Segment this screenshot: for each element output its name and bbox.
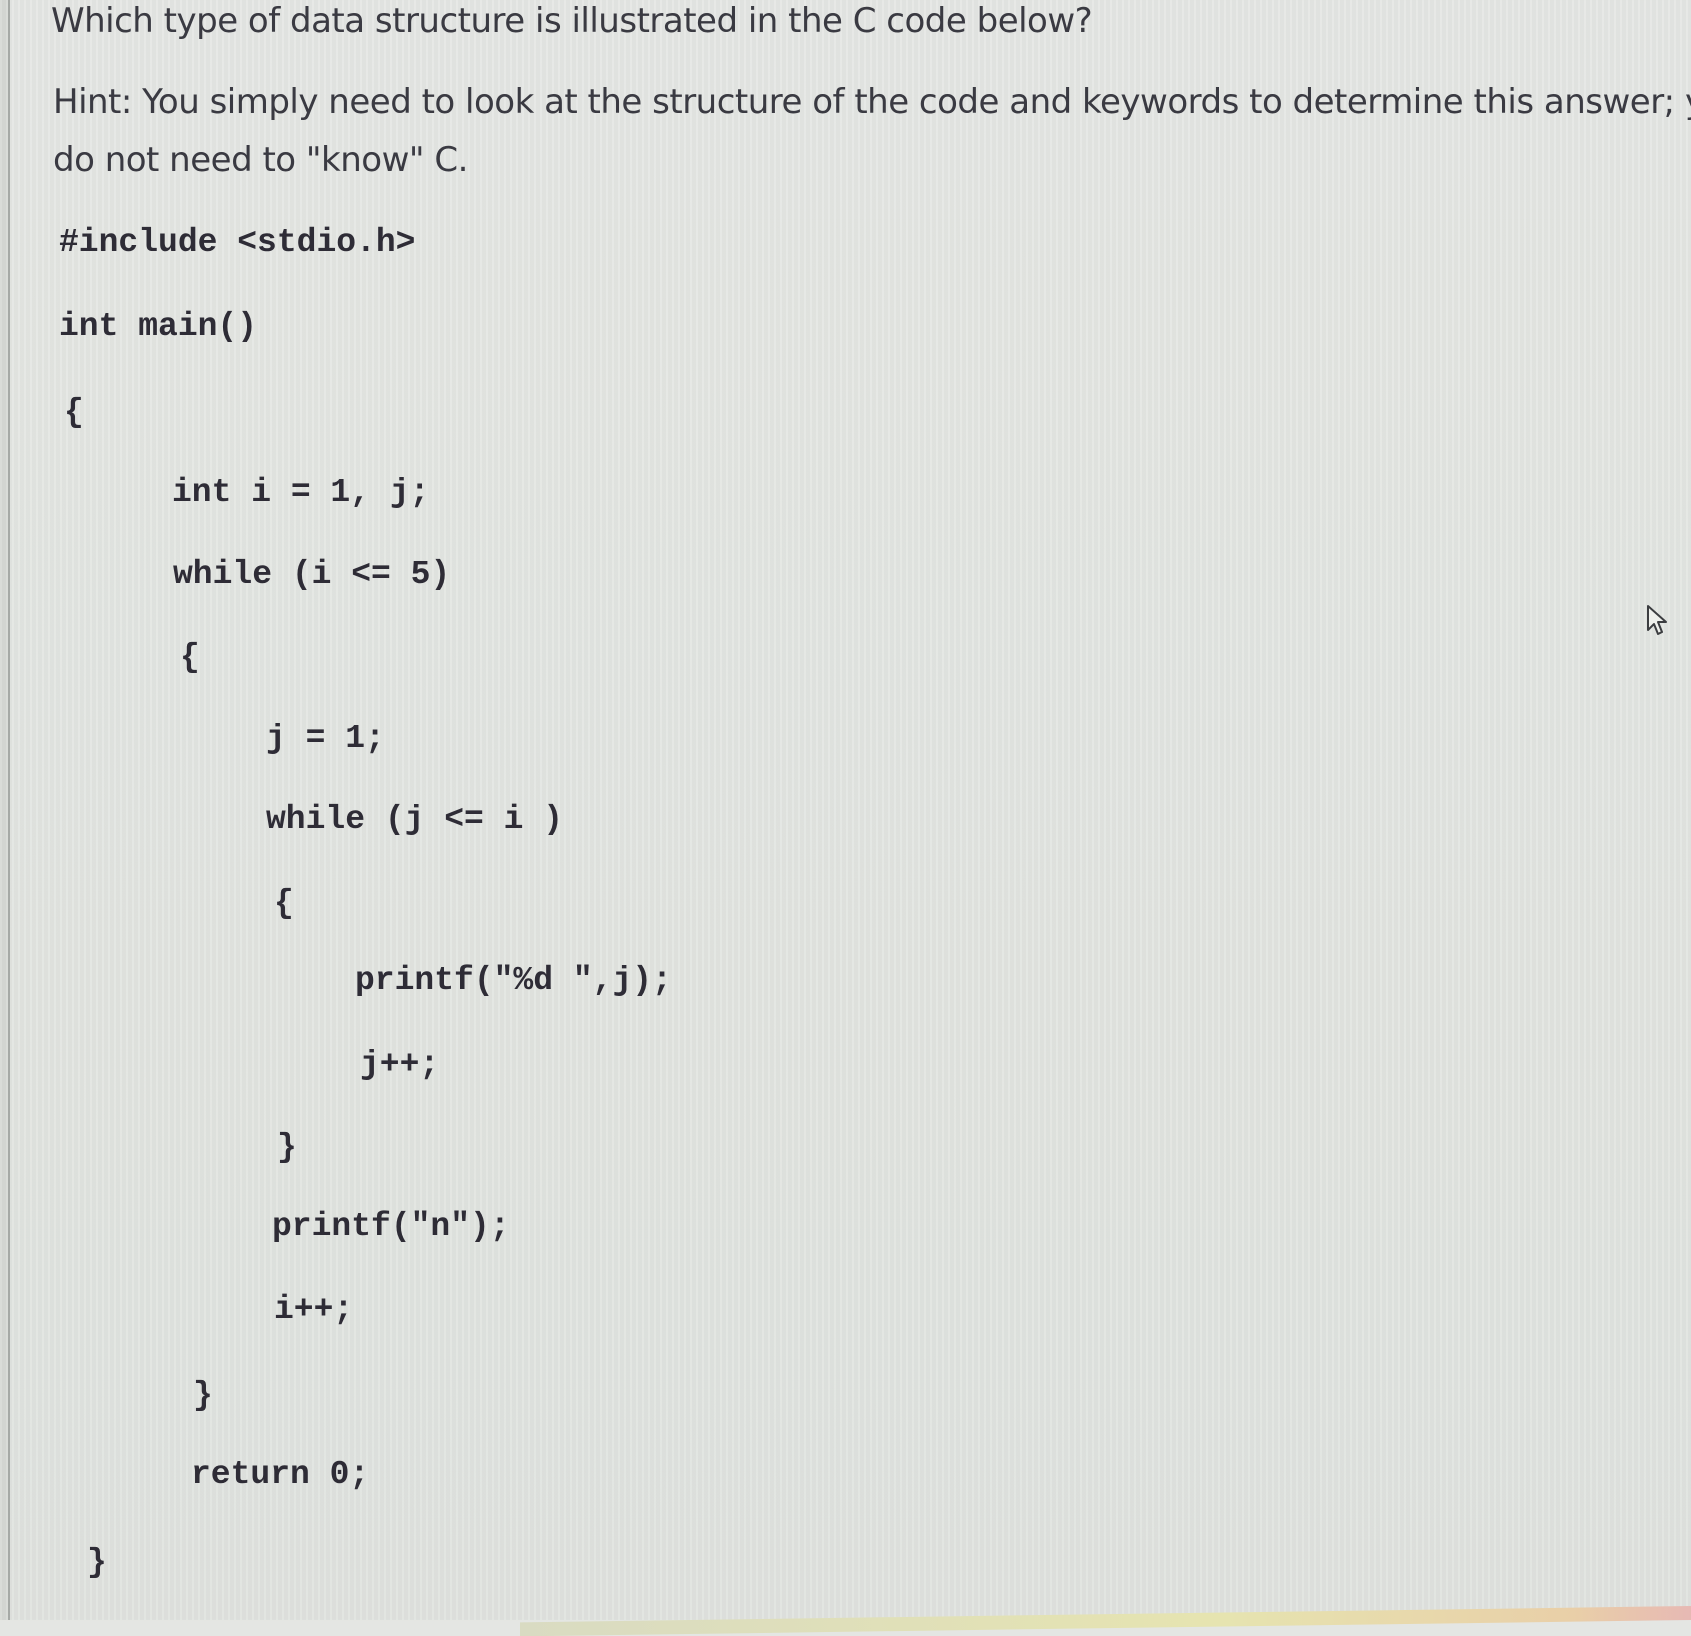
code-line-i-increment: i++;	[274, 1291, 354, 1328]
code-line-j-increment: j++;	[360, 1046, 440, 1083]
code-line-outer-close-brace: }	[193, 1377, 213, 1414]
code-line-inner-close-brace: }	[277, 1129, 297, 1166]
left-border-line	[8, 0, 10, 1620]
code-line-outer-open-brace: {	[180, 639, 200, 676]
code-line-main-signature: int main()	[59, 308, 258, 345]
question-title: Which type of data structure is illustra…	[51, 1, 1093, 41]
code-line-include: #include <stdio.h>	[59, 224, 416, 261]
mouse-pointer-icon	[1647, 605, 1667, 635]
code-line-inner-open-brace: {	[274, 885, 294, 922]
hint-line-1: Hint: You simply need to look at the str…	[53, 82, 1691, 122]
code-line-j-init: j = 1;	[266, 720, 385, 757]
code-line-outer-while: while (i <= 5)	[173, 556, 451, 593]
code-line-printf-d: printf("%d ",j);	[355, 962, 672, 999]
code-line-printf-n: printf("n");	[272, 1208, 510, 1245]
code-line-return: return 0;	[191, 1456, 370, 1493]
left-gutter	[0, 0, 8, 1620]
code-line-main-open-brace: {	[64, 394, 84, 431]
code-line-main-close-brace: }	[87, 1544, 107, 1581]
code-line-inner-while: while (j <= i )	[266, 801, 564, 838]
hint-line-2: do not need to "know" C.	[53, 140, 468, 180]
bottom-edge-strip	[520, 1606, 1691, 1636]
code-line-declaration: int i = 1, j;	[172, 474, 430, 511]
